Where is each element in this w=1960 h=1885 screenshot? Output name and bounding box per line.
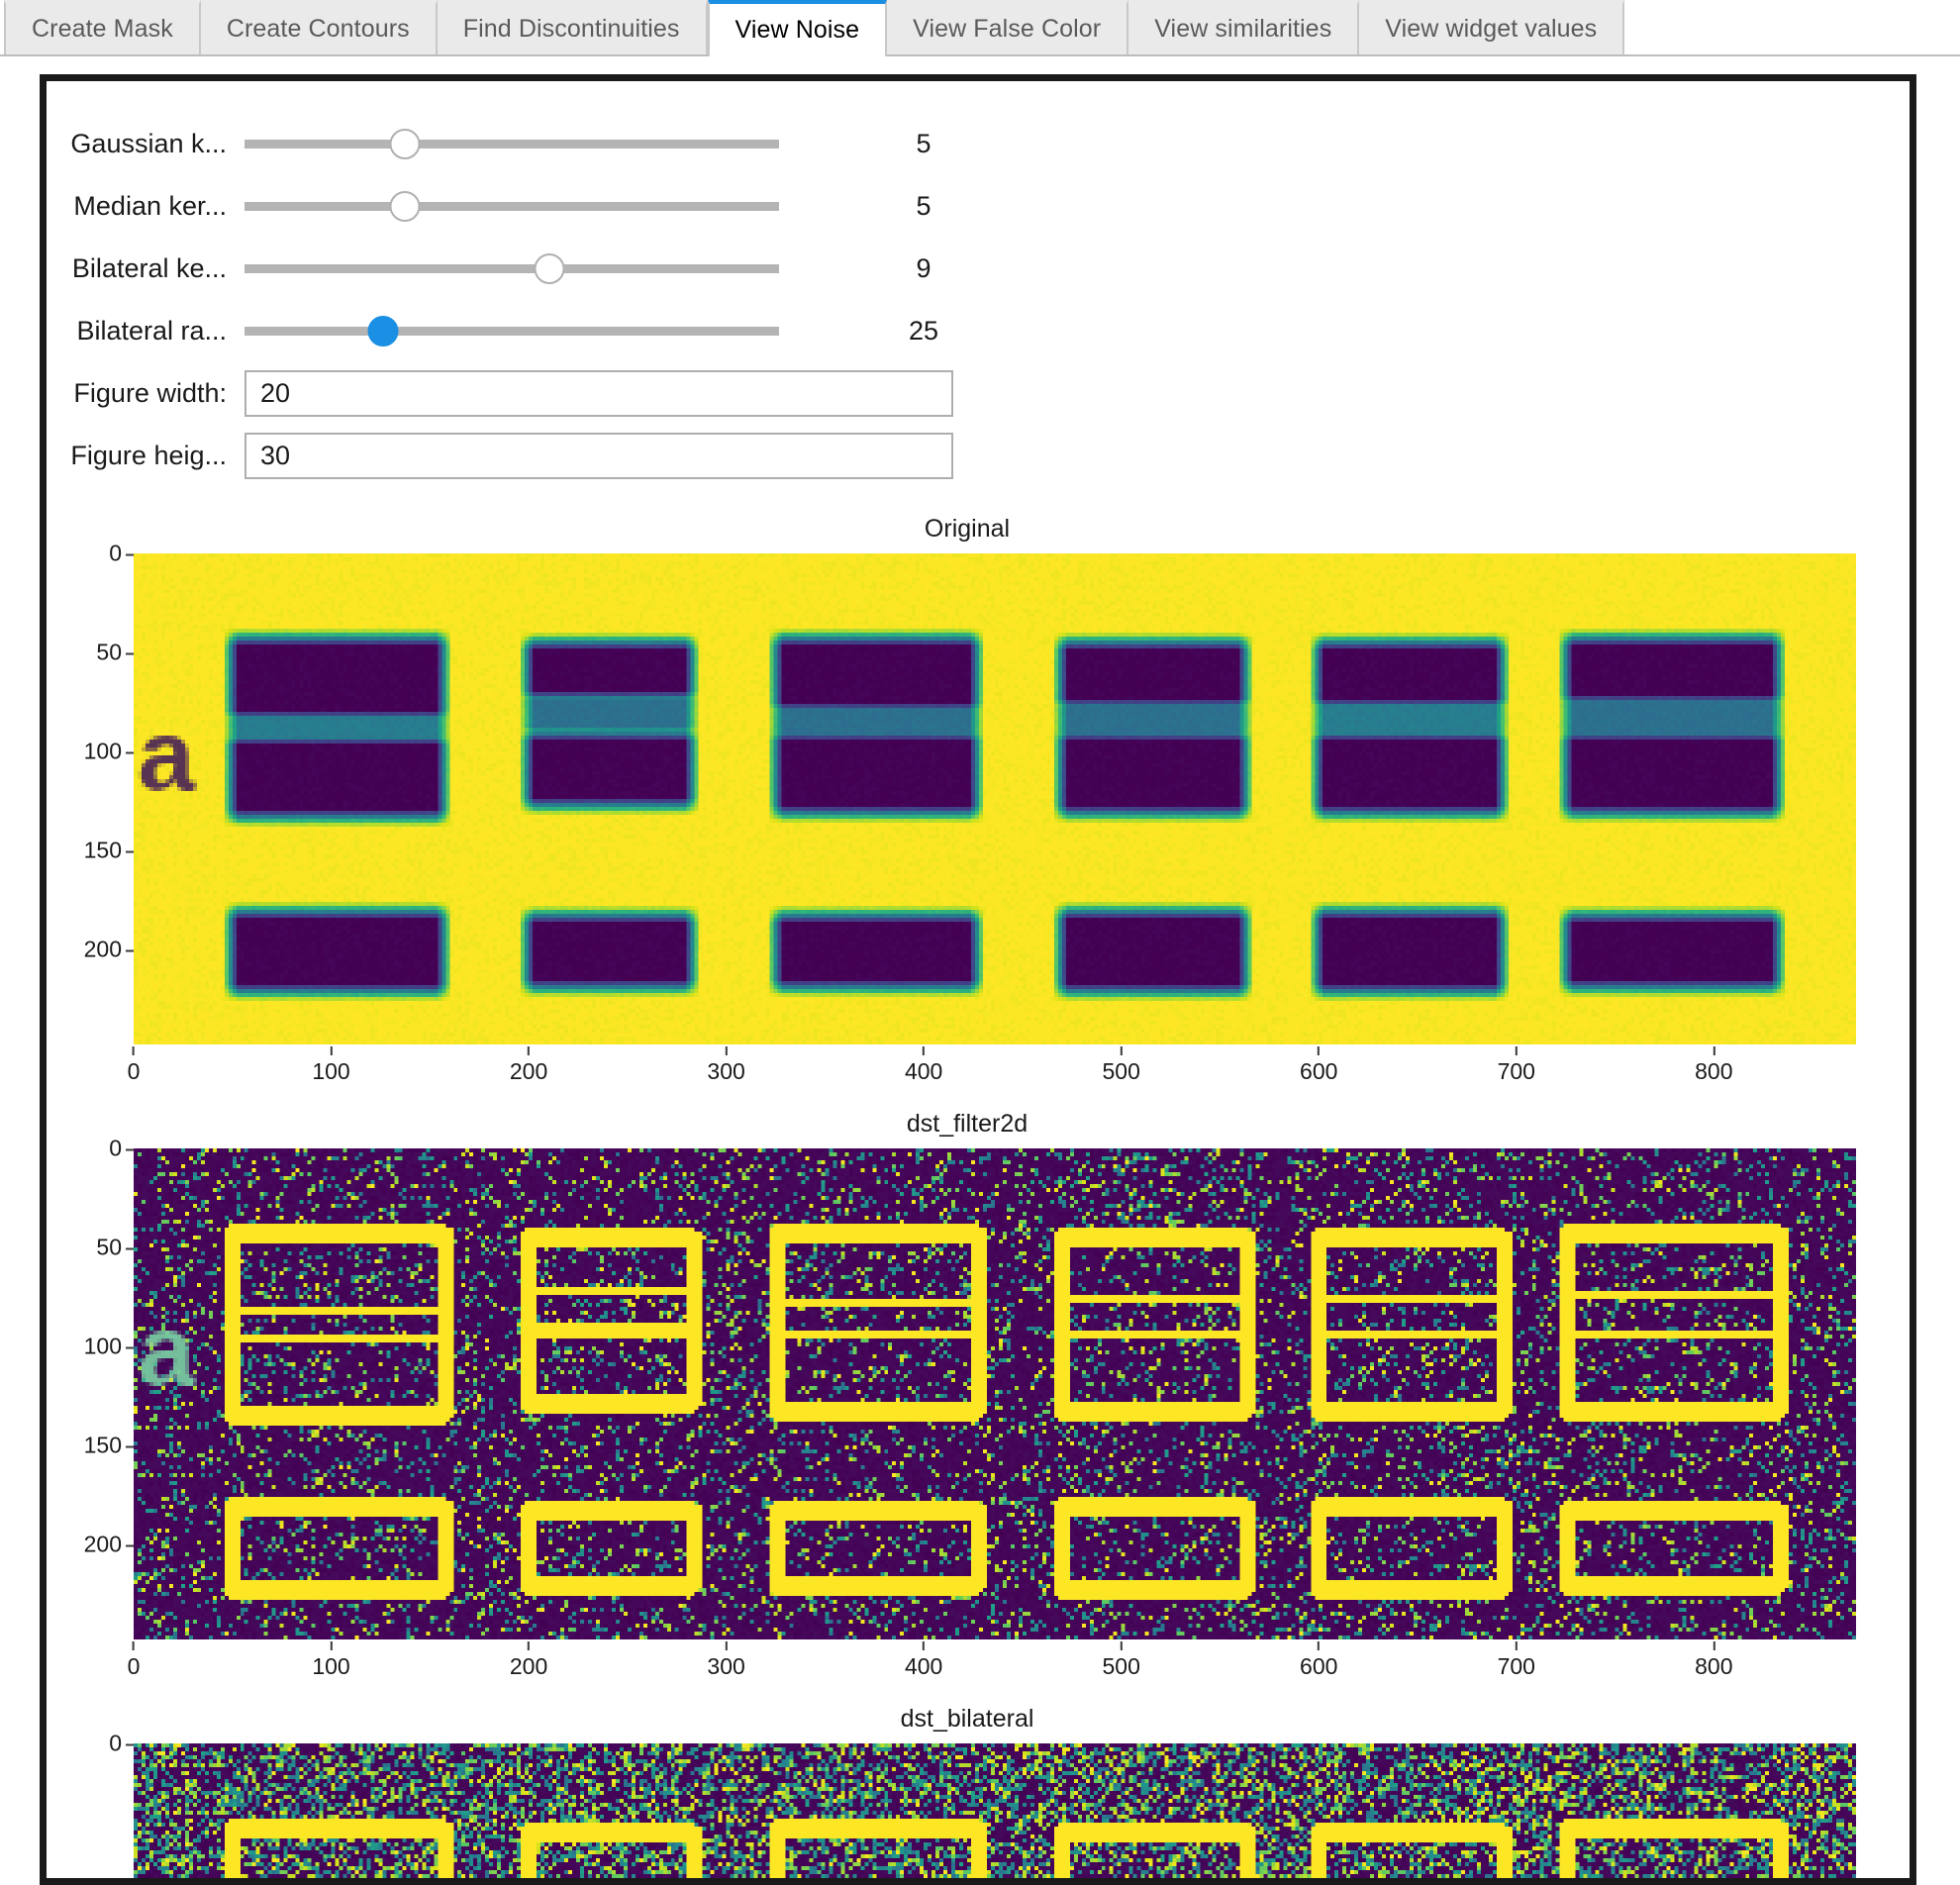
y-tick-label: 0: [109, 1136, 134, 1162]
tab-label: Create Mask: [32, 15, 173, 43]
x-tick-label: 400: [904, 1653, 943, 1679]
x-tick-label: 200: [509, 1058, 548, 1084]
y-tick-label: 150: [84, 1433, 135, 1459]
slider-label-bilateral-kernel: Bilateral ke...: [71, 253, 227, 283]
field-label-figure-width: Figure width:: [73, 378, 227, 408]
tab-view-widget-values[interactable]: View widget values: [1359, 0, 1625, 54]
x-tick-label: 700: [1497, 1653, 1535, 1679]
slider-thumb[interactable]: [367, 316, 399, 347]
plot-original: Original 0 50 100 150 200 0 100 200 300 400 500 60…: [47, 501, 1910, 1096]
plot-area: 0: [47, 1731, 1910, 1878]
y-axis: 0 50 100 150 200: [47, 541, 135, 1044]
y-tick-label: 50: [96, 1235, 134, 1261]
y-tick-label: 100: [84, 739, 135, 765]
plot-area: 0 50 100 150 200: [47, 541, 1910, 1044]
dst-filter2d-image: [134, 1148, 1856, 1639]
x-tick-label: 100: [312, 1653, 350, 1679]
x-tick-label: 100: [312, 1058, 350, 1084]
tab-create-contours[interactable]: Create Contours: [200, 0, 438, 54]
tab-label: View False Color: [913, 15, 1102, 43]
x-tick-label: 500: [1102, 1653, 1140, 1679]
tab-label: View widget values: [1385, 15, 1598, 43]
slider-value-median-kernel: 5: [916, 191, 931, 221]
tab-view-similarities[interactable]: View similarities: [1128, 0, 1360, 54]
slider-value-bilateral-range: 25: [908, 316, 939, 346]
view-noise-panel: Gaussian k... 5 Median ker... 5 Bilatera…: [40, 74, 1916, 1885]
y-tick-label: 50: [96, 640, 134, 666]
plot-title: Original: [924, 515, 1011, 543]
slider-label-median-kernel: Median ker...: [73, 191, 227, 221]
tab-view-false-color[interactable]: View False Color: [887, 0, 1129, 54]
slider-bilateral-range[interactable]: [245, 312, 779, 351]
slider-row-gaussian-kernel: Gaussian k... 5: [47, 113, 1910, 175]
figure-height-input[interactable]: [245, 433, 953, 479]
tab-create-mask[interactable]: Create Mask: [4, 0, 201, 54]
x-axis: 0 100 200 300 400 500 600 700 800: [128, 1639, 1856, 1691]
y-tick-label: 200: [84, 1532, 135, 1558]
tab-label: Find Discontinuities: [462, 15, 680, 43]
plot-dst-bilateral: dst_bilateral 0 010020030040050060070080…: [47, 1691, 1910, 1878]
slider-row-bilateral-kernel: Bilateral ke... 9: [47, 238, 1910, 300]
dst-bilateral-image: [134, 1743, 1856, 1878]
y-tick-label: 200: [84, 937, 135, 963]
y-tick-label: 0: [109, 541, 134, 567]
plot-area: 0 50 100 150 200: [47, 1136, 1910, 1639]
tab-find-discontinuities[interactable]: Find Discontinuities: [437, 0, 708, 54]
x-tick-label: 800: [1695, 1058, 1733, 1084]
widget-controls: Gaussian k... 5 Median ker... 5 Bilatera…: [47, 81, 1910, 487]
x-tick-label: 300: [707, 1058, 745, 1084]
x-tick-label: 400: [904, 1058, 943, 1084]
y-tick-label: 100: [84, 1334, 135, 1360]
x-tick-label: 700: [1497, 1058, 1535, 1084]
x-tick-label: 300: [707, 1653, 745, 1679]
plot-title: dst_bilateral: [900, 1705, 1034, 1733]
plot-title: dst_filter2d: [906, 1110, 1029, 1138]
field-row-figure-width: Figure width:: [47, 362, 1910, 425]
tab-label: View Noise: [735, 16, 860, 44]
slider-value-bilateral-kernel: 9: [916, 253, 931, 283]
tab-label: View similarities: [1154, 15, 1332, 43]
slider-gaussian-kernel[interactable]: [245, 125, 779, 164]
plot-stack: Original 0 50 100 150 200 0 100 200 300 400 500 60…: [47, 487, 1910, 1878]
slider-track: [245, 327, 779, 336]
slider-label-gaussian-kernel: Gaussian k...: [70, 129, 227, 158]
slider-row-bilateral-range: Bilateral ra... 25: [47, 300, 1910, 362]
slider-bilateral-kernel[interactable]: [245, 249, 779, 289]
figure-width-input[interactable]: [245, 370, 953, 417]
y-tick-label: 150: [84, 838, 135, 864]
x-tick-label: 0: [127, 1058, 141, 1084]
x-axis: 0 100 200 300 400 500 600 700 800: [128, 1044, 1856, 1096]
slider-value-gaussian-kernel: 5: [916, 129, 931, 158]
image-canvas-holder: [134, 1148, 1856, 1639]
x-tick-label: 500: [1102, 1058, 1140, 1084]
x-tick-label: 0: [127, 1653, 141, 1679]
tab-view-noise[interactable]: View Noise: [707, 0, 888, 56]
slider-thumb[interactable]: [534, 253, 565, 284]
y-axis: 0: [47, 1731, 134, 1878]
y-axis: 0 50 100 150 200: [47, 1136, 135, 1639]
field-row-figure-height: Figure heig...: [47, 425, 1910, 487]
slider-track: [245, 140, 779, 149]
tab-bar: Create Mask Create Contours Find Discont…: [0, 0, 1960, 56]
content-wrapper: Gaussian k... 5 Median ker... 5 Bilatera…: [0, 56, 1960, 1885]
slider-thumb[interactable]: [389, 191, 421, 222]
x-tick-label: 600: [1300, 1058, 1338, 1084]
tab-label: Create Contours: [226, 15, 410, 43]
plot-dst-filter2d: dst_filter2d 0 50 100 150 200 0 100 200 300 400 5…: [47, 1096, 1910, 1691]
y-tick-label: 0: [109, 1731, 134, 1757]
slider-track: [245, 264, 779, 273]
slider-thumb[interactable]: [389, 129, 421, 159]
image-canvas-holder: [134, 553, 1856, 1044]
x-tick-label: 800: [1695, 1653, 1733, 1679]
image-canvas-holder: [134, 1743, 1856, 1878]
slider-row-median-kernel: Median ker... 5: [47, 175, 1910, 238]
slider-median-kernel[interactable]: [245, 187, 779, 227]
field-label-figure-height: Figure heig...: [70, 441, 227, 470]
original-image: [134, 553, 1856, 1044]
slider-track: [245, 202, 779, 211]
x-tick-label: 600: [1300, 1653, 1338, 1679]
x-tick-label: 200: [509, 1653, 548, 1679]
slider-label-bilateral-range: Bilateral ra...: [76, 316, 227, 346]
